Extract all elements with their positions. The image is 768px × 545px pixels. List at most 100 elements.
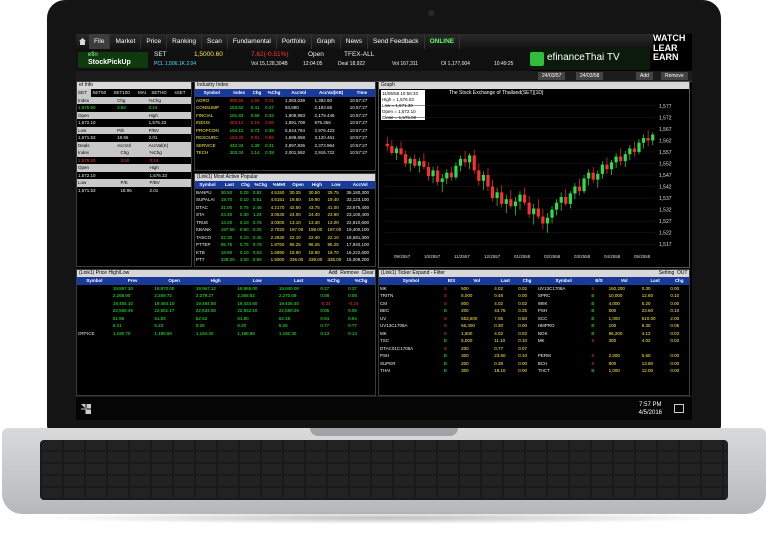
- ticker-setting-button[interactable]: Setting: [659, 270, 675, 276]
- candle-body[interactable]: [541, 216, 545, 224]
- candle-body[interactable]: [609, 162, 614, 170]
- table-row[interactable]: OFFICE 1,190.70 1,190.60 1,194.40 1,188.80 1,…: [77, 330, 375, 338]
- candle-body[interactable]: [500, 192, 504, 204]
- candle-body[interactable]: [468, 155, 472, 163]
- candle-body[interactable]: [527, 202, 531, 215]
- candle-body[interactable]: [651, 134, 655, 141]
- table-row[interactable]: KTB 18.80 0.10 0.53 1.6990 18.80 18.90 18.70 16,…: [195, 249, 375, 257]
- market-tab-set[interactable]: SET: [77, 89, 92, 97]
- candle-body[interactable]: [495, 192, 499, 199]
- table-row[interactable]: PROPCON 194.12 0.73 0.38 5,544,784 2,976.423 1…: [195, 127, 375, 135]
- candle-body[interactable]: [486, 175, 490, 187]
- remove-button[interactable]: Remove: [661, 72, 688, 80]
- candle-body[interactable]: [385, 143, 389, 147]
- candle-body[interactable]: [596, 173, 600, 180]
- price-clear-button[interactable]: Clear: [362, 270, 374, 276]
- price-remove-button[interactable]: Remove: [340, 270, 359, 276]
- market-tab-sethd[interactable]: SETHD: [150, 89, 173, 97]
- table-row[interactable]: CONSUMP 153.62 0.41 0.27 93,880 2,193.68 10:57…: [195, 104, 375, 112]
- menu-ranking[interactable]: Ranking: [167, 34, 203, 49]
- candle-body[interactable]: [646, 138, 650, 141]
- table-row[interactable]: TASCO 22.30 0.10 0.45 2.2830 22.10 22.40 22.10 1…: [195, 234, 375, 242]
- menu-file[interactable]: File: [89, 34, 111, 49]
- table-row[interactable]: MK S 500 4.02 0.02 UV13C1708A S 160,200 0.30 0.00: [379, 285, 689, 293]
- price-chart-panel[interactable]: Graph The Stock Exchange of Thailand(SET…: [378, 81, 690, 268]
- candle-body[interactable]: [619, 156, 623, 162]
- candle-body[interactable]: [472, 155, 476, 171]
- table-row[interactable]: BEC B 200 44.75 0.25 PSH B 500 23.60 0.10: [379, 307, 689, 315]
- candle-body[interactable]: [518, 194, 522, 202]
- candle-body[interactable]: [545, 217, 550, 224]
- candle-body[interactable]: [426, 166, 431, 177]
- candle-body[interactable]: [555, 202, 559, 210]
- table-row[interactable]: MK S 1,600 4.02 0.02 NOK B 96,200 4.12 0.02: [379, 330, 689, 338]
- table-row[interactable]: SERVICE 442.34 1.39 0.31 2,897,836 2,373.964 1…: [195, 142, 375, 150]
- candle-body[interactable]: [440, 178, 444, 182]
- candle-body[interactable]: [417, 161, 421, 166]
- table-row[interactable]: SUPER B 200 0.38 0.00 BCH S 800 13.80 0.00: [379, 360, 689, 368]
- candle-body[interactable]: [628, 148, 632, 155]
- market-tab-set100[interactable]: SET100: [113, 89, 137, 97]
- candle-body[interactable]: [463, 158, 467, 163]
- candle-body[interactable]: [614, 156, 618, 163]
- menu-news[interactable]: News: [341, 34, 369, 49]
- candlestick-chart[interactable]: 1,577 1,572 1,567 1,562 1,557 1,552 1,547 1,542…: [383, 98, 687, 264]
- candle-body[interactable]: [513, 201, 518, 207]
- candle-body[interactable]: [458, 158, 463, 166]
- taskbar-clock[interactable]: 7:57 PM 4/5/2016: [639, 401, 662, 417]
- table-row[interactable]: CM S 800 4.02 0.02 WIIK B 4,000 5.20 0.00: [379, 300, 689, 308]
- table-row[interactable]: KBANK 197.50 0.50 0.25 2.7020 197.00 198.00 197…: [195, 226, 375, 234]
- table-row[interactable]: INDUS 283.12 0.16 0.06 1,891,708 875.356 10:57…: [195, 119, 375, 127]
- table-row[interactable]: DTAC01C1708A S 200 0.77 0.07: [379, 345, 689, 353]
- candle-body[interactable]: [532, 208, 536, 215]
- market-tab-sset[interactable]: sSET: [174, 89, 191, 97]
- candle-body[interactable]: [573, 186, 577, 194]
- candle-body[interactable]: [408, 158, 412, 164]
- table-row[interactable]: UV S 553,600 7.05 0.50 SCC B 1,000 510.00 2.00: [379, 315, 689, 323]
- candle-body[interactable]: [637, 142, 641, 152]
- candle-body[interactable]: [605, 164, 609, 170]
- date-to-field[interactable]: 24/03/58: [576, 72, 604, 80]
- candle-body[interactable]: [394, 148, 399, 154]
- candle-body[interactable]: [550, 209, 554, 218]
- candle-body[interactable]: [522, 194, 527, 203]
- table-row[interactable]: 5.21 5.23 5.26 5.20 5.25 0.77 0.77: [77, 322, 375, 330]
- candle-body[interactable]: [490, 186, 495, 199]
- market-tab-mai[interactable]: MAI: [137, 89, 150, 97]
- candle-body[interactable]: [591, 172, 595, 180]
- table-row[interactable]: STA 24.40 0.30 1.24 3.0530 24.00 24.40 23.90 23,…: [195, 211, 375, 219]
- candle-body[interactable]: [632, 148, 637, 152]
- candle-body[interactable]: [600, 164, 604, 174]
- stockpickup-logo[interactable]: efin StockPickUp: [78, 52, 148, 68]
- table-row[interactable]: RESOURC 163.33 0.91 0.56 1,599,658 3,120.461 1…: [195, 134, 375, 142]
- table-row[interactable]: PTT 338.00 3.00 0.90 1.5000 336.00 339.00 336.0…: [195, 256, 375, 264]
- candle-body[interactable]: [481, 175, 485, 181]
- table-row[interactable]: 2,268.90 2,269.72 2,279.27 2,266.82 2,270.69…: [77, 292, 375, 300]
- market-tab-set50[interactable]: SET50: [91, 89, 112, 97]
- menu-send-feedback[interactable]: Send Feedback: [368, 34, 425, 49]
- table-row[interactable]: PSH B 300 23.60 0.10 PERM S 2,500 5.60 0.00: [379, 352, 689, 360]
- candle-body[interactable]: [559, 196, 563, 203]
- notification-icon[interactable]: [674, 404, 684, 413]
- candle-body[interactable]: [431, 170, 435, 177]
- price-add-button[interactable]: Add: [329, 270, 338, 276]
- efinance-tv-banner[interactable]: efinanceThai TV: [530, 48, 650, 70]
- home-icon[interactable]: [79, 38, 86, 45]
- watch-learn-earn-banner[interactable]: WATCH LEAR EARN: [653, 34, 692, 72]
- candle-body[interactable]: [623, 154, 627, 162]
- candle-body[interactable]: [403, 154, 408, 164]
- candle-body[interactable]: [641, 138, 646, 143]
- table-row[interactable]: TSC B 5,000 11.10 0.10 MK S 300 4.02 0.02: [379, 337, 689, 345]
- table-row[interactable]: PTTEP 95.75 0.75 0.79 1.8760 95.25 96.25 95.25 1…: [195, 241, 375, 249]
- candle-body[interactable]: [509, 199, 513, 207]
- table-row[interactable]: AGRO 500.55 1.56 0.31 1,083,039 1,392.60 10:57…: [195, 97, 375, 105]
- candle-body[interactable]: [454, 165, 458, 178]
- candle-body[interactable]: [536, 208, 540, 217]
- table-row[interactable]: 51.96 51.83 52.62 51.80 52.45 0.94 0.94: [77, 315, 375, 323]
- candle-body[interactable]: [413, 158, 417, 166]
- table-row[interactable]: BANPU 30.50 0.25 0.82 4.5150 30.25 30.50 25.75 3…: [195, 189, 375, 197]
- table-row[interactable]: UV13C1708A S 56,400 0.30 0.00 HMPRO B 100 8.30 0.…: [379, 322, 689, 330]
- table-row[interactable]: TRUE 13.20 0.10 0.76 3.0300 13.10 13.30 13.00 22…: [195, 219, 375, 227]
- candle-body[interactable]: [568, 193, 572, 204]
- table-row[interactable]: FINCIAL 181.83 0.58 0.32 1,908,983 2,179.446 1…: [195, 112, 375, 120]
